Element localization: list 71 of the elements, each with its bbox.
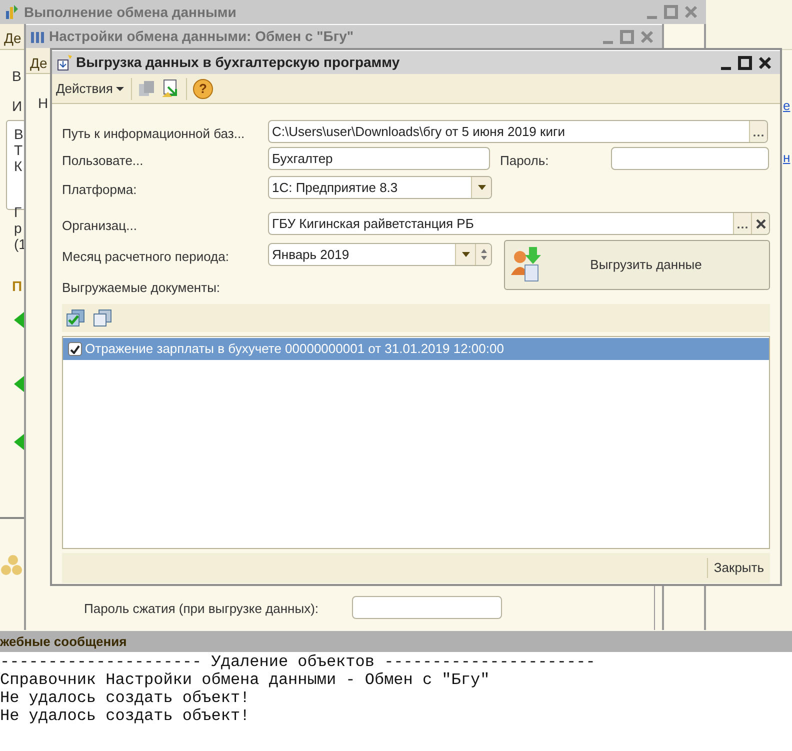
ellipsis-icon	[753, 134, 764, 137]
tab[interactable]: Де	[4, 28, 22, 49]
field-label: Путь к информационной баз...	[62, 125, 245, 143]
tab-strip	[0, 24, 24, 50]
label-fragment: Н	[38, 94, 48, 113]
triangle-icon	[14, 434, 24, 450]
ellipsis-icon	[737, 226, 748, 229]
message-line: --------------------- Удаление объектов ----------------------	[0, 653, 596, 671]
label-fragment: (1	[14, 236, 26, 254]
window-title: Выгрузка данных в бухгалтерскую программу	[76, 53, 400, 72]
link[interactable]: е	[783, 96, 790, 116]
spin-icon	[480, 249, 486, 260]
label-fragment: Т	[14, 141, 23, 160]
exchange-icon	[4, 3, 20, 21]
field-label: Месяц расчетного периода:	[62, 248, 229, 266]
window-title: Выполнение обмена данными	[24, 2, 236, 22]
field-label: Пользовате...	[62, 152, 144, 170]
label-fragment: П	[12, 277, 22, 296]
select-field[interactable]: ГБУ Кигинская райветстанция РБ	[268, 212, 770, 235]
browse-button[interactable]	[733, 213, 751, 234]
user-export-icon	[509, 247, 543, 283]
label-fragment: К	[14, 157, 22, 176]
path-field[interactable]: C:\Users\user\Downloads\бгу от 5 июня 2019 киги	[268, 120, 768, 143]
triangle-icon	[14, 376, 24, 392]
label-fragment: р	[14, 219, 22, 238]
tab-strip	[26, 48, 52, 74]
caret-icon	[462, 252, 470, 257]
input-field[interactable]	[611, 147, 769, 170]
help-button[interactable]: ?	[192, 78, 213, 98]
close-icon	[756, 218, 766, 228]
clear-button[interactable]	[751, 213, 769, 234]
tab[interactable]: Де	[30, 53, 48, 74]
document-arrow-icon[interactable]	[162, 79, 180, 98]
field-label: Платформа:	[62, 181, 137, 199]
maximize-icon[interactable]	[738, 56, 752, 70]
dropdown-button[interactable]	[471, 177, 491, 198]
link[interactable]: н	[783, 148, 790, 168]
label-fragment: Г	[14, 203, 22, 222]
field-label: Пароль:	[500, 152, 549, 170]
check-all-icon[interactable]	[66, 309, 85, 327]
checkbox[interactable]	[68, 342, 82, 356]
message-line: Справочник Настройки обмена данными - Обмен с "Бгу"	[0, 671, 490, 689]
label-fragment: И	[12, 97, 22, 116]
orbs-icon	[0, 554, 22, 576]
close-button[interactable]: Закрыть	[708, 558, 770, 578]
dropdown-button[interactable]	[455, 244, 475, 265]
message-line: Не удалось создать объект!	[0, 707, 250, 725]
field-label: Пароль сжатия (при выгрузке данных):	[84, 600, 319, 618]
actions-menu-button[interactable]: Действия	[55, 78, 125, 98]
label-fragment: В	[12, 67, 22, 86]
export-icon	[56, 54, 72, 72]
caret-icon	[478, 185, 486, 190]
input-field[interactable]: Бухгалтер	[268, 147, 490, 170]
panel-title: жебные сообщения	[0, 631, 792, 652]
caret-icon	[116, 86, 124, 90]
browse-button[interactable]	[749, 121, 767, 142]
uncheck-all-icon[interactable]	[93, 309, 112, 327]
dropdown-field[interactable]: Январь 2019	[268, 243, 492, 266]
close-icon[interactable]	[758, 56, 772, 70]
input-field[interactable]	[352, 596, 502, 619]
field-label: Организац...	[62, 217, 137, 235]
message-line: Не удалось создать объект!	[0, 689, 250, 707]
triangle-icon	[14, 312, 24, 328]
label-fragment: В	[14, 125, 24, 144]
export-button[interactable]: Выгрузить данные	[504, 240, 770, 290]
window-title: Настройки обмена данными: Обмен с "Бгу"	[49, 27, 354, 46]
dropdown-field[interactable]: 1С: Предприятие 8.3	[268, 176, 492, 199]
section-label: Выгружаемые документы:	[62, 279, 220, 297]
spin-button[interactable]	[475, 244, 491, 265]
check-icon	[70, 344, 80, 354]
documents-icon[interactable]	[138, 80, 156, 98]
